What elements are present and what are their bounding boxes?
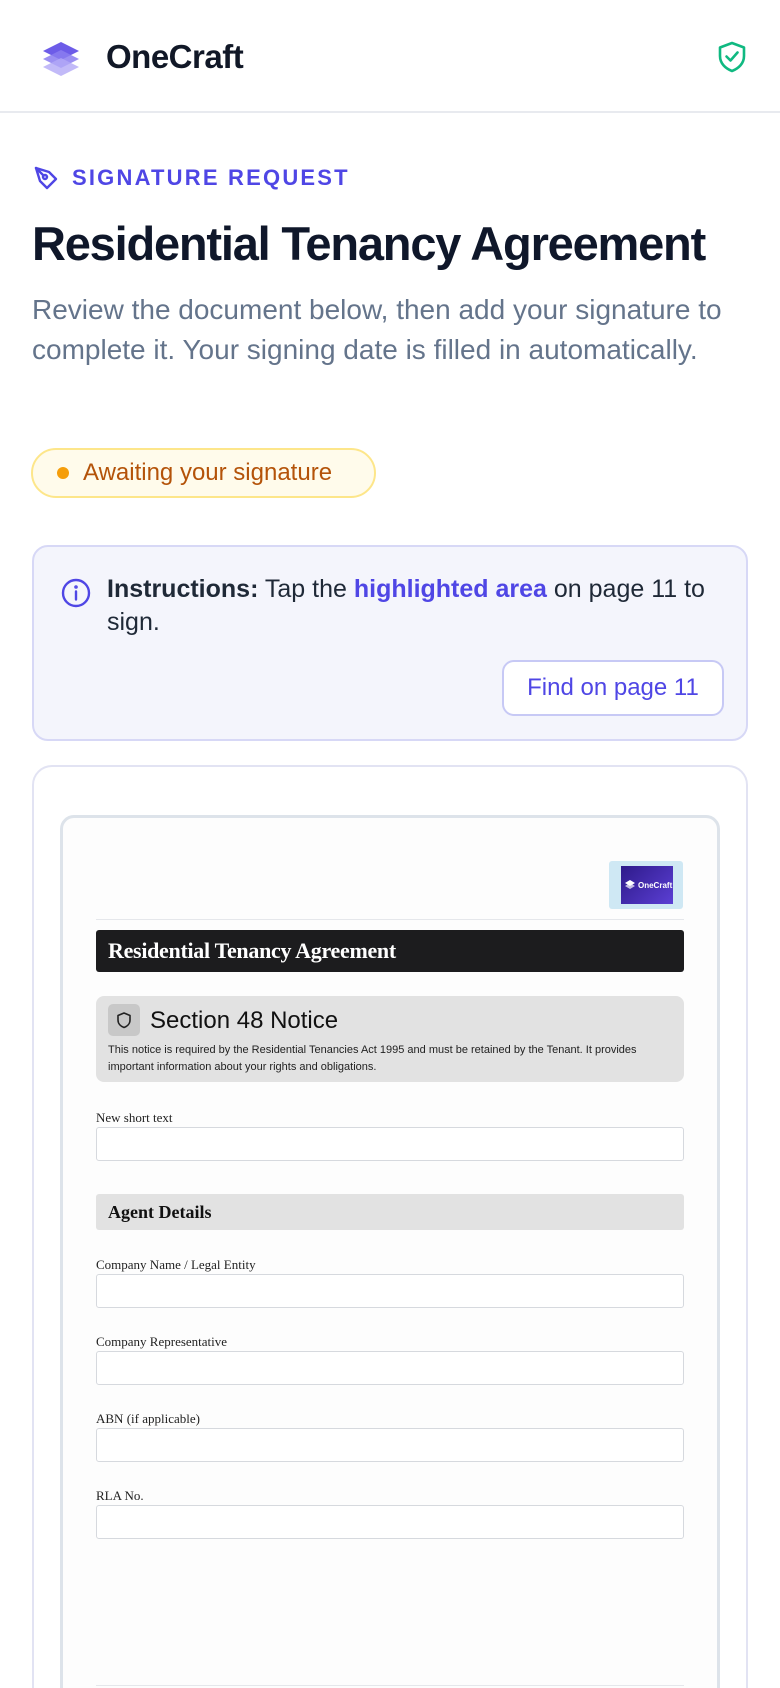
find-on-page-button[interactable]: Find on page 11 bbox=[502, 660, 724, 716]
rla-no-input[interactable] bbox=[96, 1505, 684, 1539]
info-icon bbox=[61, 578, 91, 608]
layers-logo-icon bbox=[625, 880, 635, 889]
notice-box: Section 48 Notice This notice is require… bbox=[96, 996, 684, 1082]
notice-body: This notice is required by the Residenti… bbox=[108, 1044, 637, 1073]
shield-check-icon[interactable] bbox=[716, 40, 748, 74]
eyebrow-label: SIGNATURE REQUEST bbox=[72, 165, 350, 190]
agent-details-section: Agent Details bbox=[96, 1194, 684, 1230]
field-label-rla-no: RLA No. bbox=[96, 1488, 144, 1503]
page-title: Residential Tenancy Agreement bbox=[32, 217, 706, 270]
company-representative-input[interactable] bbox=[96, 1351, 684, 1385]
field-label-company-name: Company Name / Legal Entity bbox=[96, 1257, 256, 1272]
instructions-text: Instructions: Tap the highlighted area o… bbox=[107, 573, 727, 639]
document-divider-bottom bbox=[96, 1685, 684, 1686]
page-subtitle: Review the document below, then add your… bbox=[32, 294, 722, 365]
document-title-bar: Residential Tenancy Agreement bbox=[96, 930, 684, 972]
document-logo-badge: OneCraft bbox=[621, 866, 673, 904]
field-label-abn: ABN (if applicable) bbox=[96, 1411, 200, 1426]
layers-logo-icon bbox=[43, 42, 79, 76]
field-label-company-representative: Company Representative bbox=[96, 1334, 228, 1349]
agent-details-title: Agent Details bbox=[108, 1201, 212, 1222]
status-dot bbox=[57, 467, 69, 479]
instructions-panel: Instructions: Tap the highlighted area o… bbox=[32, 545, 748, 741]
top-bar: OneCraft bbox=[0, 0, 780, 113]
notice-icon-wrap bbox=[108, 1004, 140, 1036]
eyebrow: SIGNATURE REQUEST bbox=[32, 164, 350, 192]
company-name-input[interactable] bbox=[96, 1274, 684, 1308]
instructions-highlight: highlighted area bbox=[353, 575, 547, 603]
document-logo-text: OneCraft bbox=[638, 880, 673, 890]
status-badge: Awaiting your signature bbox=[31, 448, 376, 498]
notice-title: Section 48 Notice bbox=[150, 1007, 339, 1034]
document-logo: OneCraft bbox=[609, 861, 683, 909]
instructions-lead: Instructions: bbox=[107, 575, 259, 603]
field-label-short-text: New short text bbox=[96, 1110, 173, 1125]
document-title: Residential Tenancy Agreement bbox=[108, 938, 396, 963]
short-text-input[interactable] bbox=[96, 1127, 684, 1161]
instructions-text-before: Tap the bbox=[258, 575, 354, 603]
document-divider bbox=[96, 919, 684, 920]
brand[interactable]: OneCraft bbox=[40, 36, 244, 78]
shield-icon bbox=[117, 1012, 131, 1029]
status-label: Awaiting your signature bbox=[83, 459, 333, 486]
pen-tool-icon bbox=[34, 166, 58, 190]
brand-name: OneCraft bbox=[106, 38, 244, 75]
abn-input[interactable] bbox=[96, 1428, 684, 1462]
